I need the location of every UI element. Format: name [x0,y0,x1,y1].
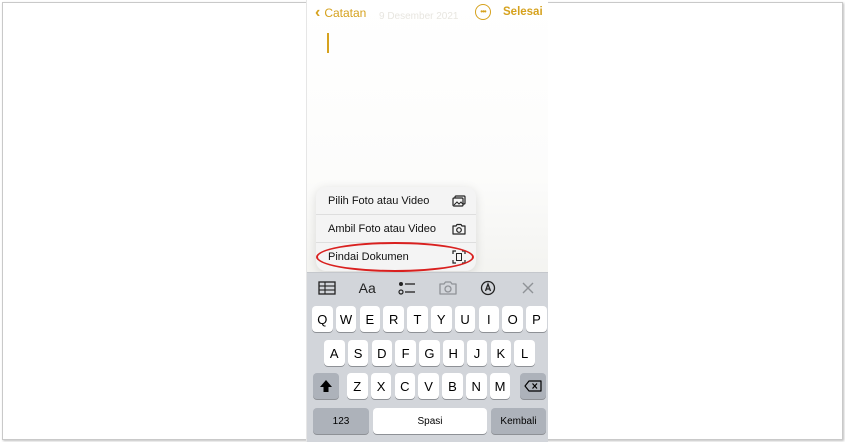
table-icon[interactable] [316,277,338,299]
key-d[interactable]: D [371,340,393,366]
note-date: 9 Desember 2021 [379,11,459,22]
photo-library-icon [452,194,466,207]
key-i[interactable]: I [478,306,500,332]
key-h[interactable]: H [443,340,464,366]
key-c[interactable]: C [394,373,416,399]
camera-toolbar-icon[interactable] [437,277,459,299]
key-k[interactable]: K [490,340,512,366]
menu-item-choose-photo[interactable]: Pilih Foto atau Video [316,187,476,215]
chevron-left-icon: ‹ [315,4,321,21]
menu-item-scan-document[interactable]: Pindai Dokumen [316,243,476,271]
key-f[interactable]: F [395,340,416,366]
backspace-key[interactable] [520,373,546,399]
back-button[interactable]: ‹ Catatan [315,4,366,22]
close-icon[interactable] [517,277,539,299]
scan-document-icon [452,250,466,264]
formatting-toolbar: Aa [307,272,548,303]
done-button[interactable]: Selesai [503,6,543,18]
attachment-menu: Pilih Foto atau Video Ambil Foto atau Vi… [316,187,476,271]
shift-key[interactable] [313,373,339,399]
key-r[interactable]: R [383,306,404,332]
key-s[interactable]: S [347,340,369,366]
menu-item-label: Pilih Foto atau Video [328,194,430,207]
key-e[interactable]: E [359,306,381,332]
key-o[interactable]: O [502,306,523,332]
shift-arrow-icon [320,380,332,392]
keyboard: QWERTYUIOP ASDFGHJKL ZXCVBNM 123 Spasi K… [307,302,548,442]
key-z[interactable]: Z [347,373,368,399]
key-p[interactable]: P [526,306,547,332]
menu-item-label: Pindai Dokumen [328,251,409,263]
key-t[interactable]: T [407,306,428,332]
key-n[interactable]: N [466,373,487,399]
key-a[interactable]: A [324,340,345,366]
text-cursor [327,33,329,53]
return-key[interactable]: Kembali [491,408,546,434]
back-label: Catatan [324,6,367,20]
key-x[interactable]: X [370,373,392,399]
key-b[interactable]: B [442,373,463,399]
more-options-icon[interactable]: ••• [475,4,491,20]
text-format-button[interactable]: Aa [356,277,378,299]
key-g[interactable]: G [419,340,440,366]
notes-app-screen: ‹ Catatan 9 Desember 2021 ••• Selesai Pi… [306,0,548,442]
numbers-key[interactable]: 123 [313,408,369,434]
menu-item-label: Ambil Foto atau Video [328,222,437,235]
checklist-icon[interactable] [396,277,418,299]
key-v[interactable]: V [418,373,439,399]
key-y[interactable]: Y [431,306,452,332]
key-m[interactable]: M [489,373,511,399]
markup-pen-icon[interactable] [477,277,499,299]
key-j[interactable]: J [466,340,488,366]
key-q[interactable]: Q [312,306,333,332]
camera-icon [452,223,466,235]
key-l[interactable]: L [514,340,535,366]
key-u[interactable]: U [454,306,476,332]
key-w[interactable]: W [335,306,357,332]
backspace-icon [524,380,542,392]
space-key[interactable]: Spasi [373,408,487,434]
menu-item-take-photo[interactable]: Ambil Foto atau Video [316,215,476,243]
